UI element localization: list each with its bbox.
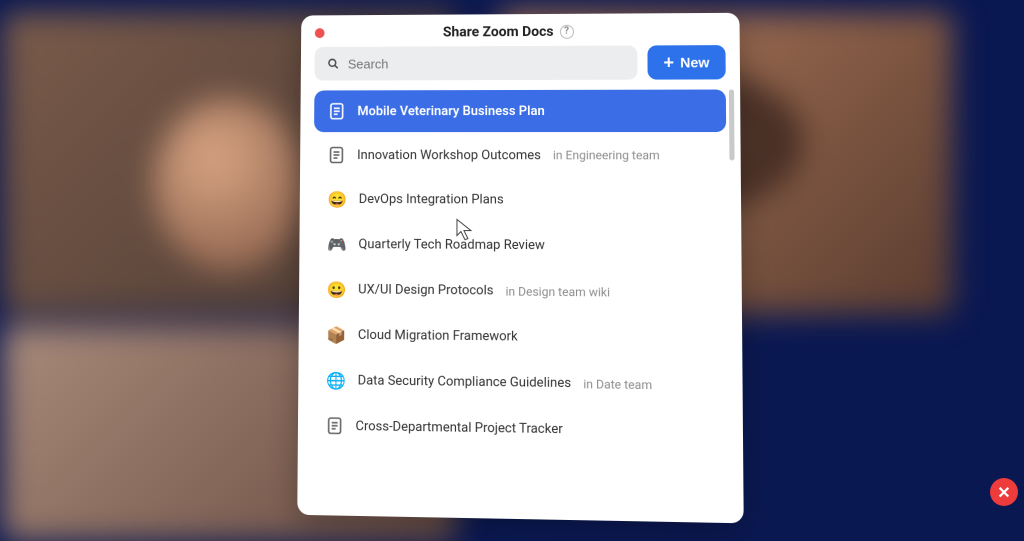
new-button-label: New	[680, 54, 709, 70]
doc-title: UX/UI Design Protocols	[358, 282, 493, 298]
search-icon	[326, 57, 340, 71]
list-item[interactable]: 📦 Cloud Migration Framework	[312, 313, 728, 361]
doc-title: Cloud Migration Framework	[358, 328, 518, 345]
doc-meta: in Date team	[583, 376, 652, 391]
list-item[interactable]: 😀 UX/UI Design Protocols in Design team wi…	[313, 268, 728, 315]
emoji-icon: 😄	[327, 190, 347, 209]
document-list: Mobile Veterinary Business Plan Innovatio…	[312, 90, 729, 454]
close-button[interactable]: ✕	[990, 478, 1018, 506]
document-icon	[326, 416, 344, 435]
new-button[interactable]: + New	[647, 45, 726, 80]
document-icon	[328, 146, 346, 164]
close-icon: ✕	[997, 483, 1010, 502]
list-item[interactable]: 😄 DevOps Integration Plans	[313, 178, 726, 223]
list-item[interactable]: Innovation Workshop Outcomes in Engineeri…	[314, 134, 727, 177]
panel-title: Share Zoom Docs ?	[295, 23, 725, 41]
plus-icon: +	[663, 53, 674, 71]
share-docs-panel: Share Zoom Docs ? + New Mobile Veterinar…	[297, 13, 743, 524]
doc-title: Cross-Departmental Project Tracker	[355, 418, 562, 436]
panel-header: Share Zoom Docs ?	[301, 13, 740, 47]
doc-meta: in Design team wiki	[506, 284, 611, 299]
list-item[interactable]: 🎮 Quarterly Tech Roadmap Review	[313, 223, 727, 269]
doc-title: Quarterly Tech Roadmap Review	[358, 237, 544, 253]
emoji-icon: 🌐	[326, 371, 346, 390]
document-icon	[328, 102, 346, 120]
list-item[interactable]: Mobile Veterinary Business Plan	[314, 90, 726, 133]
doc-title: Data Security Compliance Guidelines	[358, 373, 571, 391]
list-item[interactable]: 🌐 Data Security Compliance Guidelines in D…	[312, 359, 728, 408]
doc-meta: in Engineering team	[553, 148, 660, 162]
help-icon[interactable]: ?	[560, 25, 574, 39]
scrollbar[interactable]	[729, 89, 738, 510]
doc-title: Innovation Workshop Outcomes	[357, 148, 541, 163]
list-item[interactable]: Cross-Departmental Project Tracker	[312, 404, 729, 453]
scrollbar-thumb[interactable]	[729, 89, 735, 160]
doc-title: DevOps Integration Plans	[359, 192, 504, 208]
emoji-icon: 😀	[327, 280, 347, 299]
search-input[interactable]	[314, 45, 637, 80]
emoji-icon: 📦	[326, 325, 346, 344]
doc-title: Mobile Veterinary Business Plan	[357, 103, 544, 118]
emoji-icon: 🎮	[327, 235, 347, 254]
search-field[interactable]	[348, 55, 625, 71]
